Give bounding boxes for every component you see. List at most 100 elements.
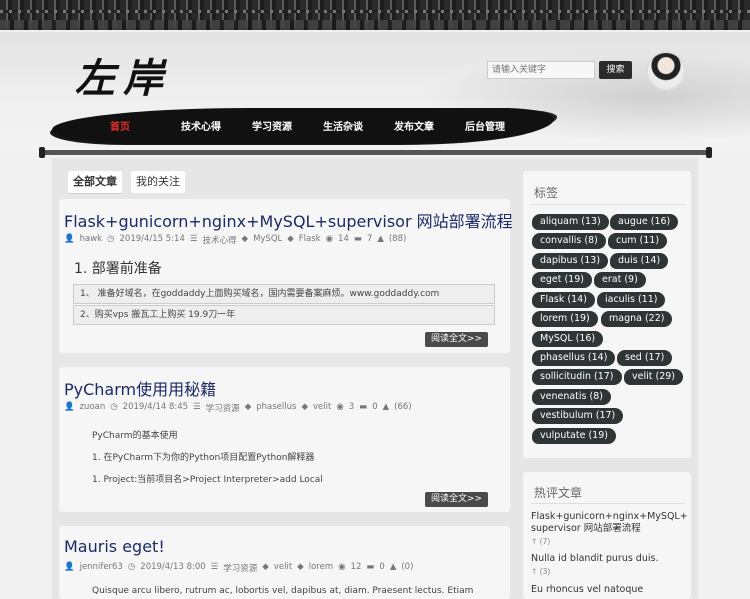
post-title[interactable]: Mauris eget! <box>64 537 165 556</box>
post-comments: 0 <box>379 562 385 572</box>
hot-article-link[interactable]: Flask+gunicorn+nginx+MySQL+supervisor 网站… <box>531 511 689 535</box>
post-title[interactable]: PyCharm使用用秘籍 <box>64 376 216 400</box>
tag-chip[interactable]: sed (17) <box>617 350 673 366</box>
search-button[interactable]: 搜索 <box>599 61 632 79</box>
tag-chip[interactable]: venenatis (8) <box>532 389 611 405</box>
tab-following[interactable]: 我的关注 <box>131 171 185 193</box>
tab-all-articles[interactable]: 全部文章 <box>68 171 122 193</box>
nav-item-tech[interactable]: 技术心得 <box>181 118 252 133</box>
post-paragraph: 1. Project:当前项目名>Project Interpreter>add… <box>92 475 323 485</box>
clock-icon: ◷ <box>107 234 115 244</box>
comment-icon: ▬ <box>353 234 362 244</box>
nav-item-home[interactable]: 首页 <box>110 118 181 133</box>
tag-chip[interactable]: Flask (14) <box>532 292 595 308</box>
tags-title: 标签 <box>534 186 559 200</box>
tag-icon: ◆ <box>241 234 249 244</box>
post-tag[interactable]: Flask <box>299 234 321 246</box>
thumb-up-icon[interactable]: ▲ <box>383 402 390 414</box>
post-author[interactable]: hawk <box>80 234 102 246</box>
read-more-button[interactable]: 阅读全文>> <box>425 492 488 507</box>
eye-icon: ◉ <box>338 562 346 572</box>
tag-chip[interactable]: velit (29) <box>624 369 683 385</box>
post-category[interactable]: 技术心得 <box>203 234 237 246</box>
tag-chip[interactable]: duis (14) <box>610 253 669 269</box>
post-meta: 👤 hawk ◷ 2019/4/15 5:14 ☰ 技术心得 ◆ MySQL ◆ Flas… <box>64 234 406 246</box>
nav-item-resources[interactable]: 学习资源 <box>252 118 323 133</box>
hot-article-count: ↑ (3) <box>531 567 551 576</box>
tag-chip[interactable]: iaculis (11) <box>597 292 666 308</box>
post-tag[interactable]: velit <box>274 562 292 574</box>
tag-chip[interactable]: vestibulum (17) <box>532 408 624 424</box>
user-icon: 👤 <box>64 234 75 244</box>
tag-chip[interactable]: phasellus (14) <box>532 350 616 366</box>
tag-icon: ◆ <box>262 562 269 572</box>
tag-chip[interactable]: vulputate (19) <box>532 428 616 444</box>
tags-panel: 标签 aliquam (13) augue (16) convallis (8)… <box>523 171 691 458</box>
tag-chip[interactable]: magna (22) <box>601 311 673 327</box>
post-heading: 1. 部署前准备 <box>74 261 162 277</box>
post-card: PyCharm使用用秘籍 👤 zuoan ◷ 2019/4/14 8:45 ☰ 学习资… <box>59 367 510 512</box>
tag-chip[interactable]: cum (11) <box>608 233 668 249</box>
hot-article-link[interactable]: Eu rhoncus vel natoque <box>531 584 689 596</box>
post-tag[interactable]: lorem <box>309 562 333 574</box>
tag-chip[interactable]: MySQL (16) <box>532 331 604 347</box>
thumb-up-icon[interactable]: ▲ <box>377 234 384 246</box>
avatar[interactable] <box>646 51 686 91</box>
post-category[interactable]: 学习资源 <box>223 562 257 574</box>
post-author[interactable]: jennifer63 <box>80 562 123 574</box>
post-paragraph: Quisque arcu libero, rutrum ac, lobortis… <box>92 586 474 596</box>
post-quote: 2、购买vps 搬瓦工上购买 19.9刀一年 <box>73 305 495 325</box>
thumb-up-icon[interactable]: ▲ <box>390 562 397 574</box>
post-likes: (88) <box>388 234 407 244</box>
tag-icon: ◆ <box>301 402 308 412</box>
tag-icon: ◆ <box>287 234 294 244</box>
tag-chip[interactable]: eget (19) <box>532 272 592 288</box>
nav-item-life[interactable]: 生活杂谈 <box>323 118 394 133</box>
eye-icon: ◉ <box>336 402 344 412</box>
site-logo[interactable]: 左岸 <box>75 46 171 104</box>
post-card: Flask+gunicorn+nginx+MySQL+supervisor 网站… <box>59 199 513 353</box>
search-input[interactable] <box>487 61 595 79</box>
hot-articles-title: 热评文章 <box>534 486 583 500</box>
hot-articles-panel: 热评文章 Flask+gunicorn+nginx+MySQL+supervis… <box>523 472 691 599</box>
tag-chip[interactable]: aliquam (13) <box>532 214 609 230</box>
nav-item-publish[interactable]: 发布文章 <box>394 118 465 133</box>
post-date: 2019/4/14 8:45 <box>122 402 189 412</box>
post-paragraph: PyCharm的基本使用 <box>92 431 178 441</box>
post-card: Mauris eget! 👤 jennifer63 ◷ 2019/4/13 8:00… <box>59 526 510 599</box>
post-tag[interactable]: MySQL <box>253 234 282 246</box>
article-tabs: 全部文章 我的关注 <box>68 171 194 193</box>
read-more-button[interactable]: 阅读全文>> <box>425 332 488 347</box>
comment-icon: ▬ <box>366 562 375 572</box>
tag-chip[interactable]: erat (9) <box>594 272 646 288</box>
tag-chip[interactable]: sollicitudin (17) <box>532 369 622 385</box>
tag-chip[interactable]: dapibus (13) <box>532 253 609 269</box>
post-meta: 👤 zuoan ◷ 2019/4/14 8:45 ☰ 学习资源 ◆ phasellus … <box>64 402 412 414</box>
comment-icon: ▬ <box>359 402 368 412</box>
post-author[interactable]: zuoan <box>80 402 106 414</box>
user-icon: 👤 <box>64 402 75 412</box>
post-likes: (0) <box>401 562 414 572</box>
scroll-rod-divider <box>39 147 712 158</box>
tag-chip[interactable]: convallis (8) <box>532 233 606 249</box>
nav-item-admin[interactable]: 后台管理 <box>465 118 536 133</box>
hot-article-link[interactable]: Nulla id blandit purus duis. <box>531 553 689 565</box>
post-views: 12 <box>350 562 362 572</box>
post-tag[interactable]: velit <box>313 402 331 414</box>
tag-chip[interactable]: lorem (19) <box>532 311 598 327</box>
fire-icon: ↑ <box>531 537 540 546</box>
post-category[interactable]: 学习资源 <box>206 402 240 414</box>
tag-icon: ◆ <box>244 402 252 412</box>
post-comments: 0 <box>372 402 378 412</box>
tag-chip[interactable]: augue (16) <box>610 214 679 230</box>
post-views: 14 <box>338 234 349 244</box>
post-tag[interactable]: phasellus <box>256 402 296 414</box>
divider <box>531 204 685 205</box>
list-icon: ☰ <box>189 234 198 244</box>
list-icon: ☰ <box>210 562 219 572</box>
divider <box>531 503 685 504</box>
post-title[interactable]: Flask+gunicorn+nginx+MySQL+supervisor 网站… <box>64 208 513 232</box>
fire-icon: ↑ <box>531 567 540 576</box>
main-nav: 首页 技术心得 学习资源 生活杂谈 发布文章 后台管理 <box>52 104 554 146</box>
hot-article-count: ↑ (7) <box>531 537 551 546</box>
